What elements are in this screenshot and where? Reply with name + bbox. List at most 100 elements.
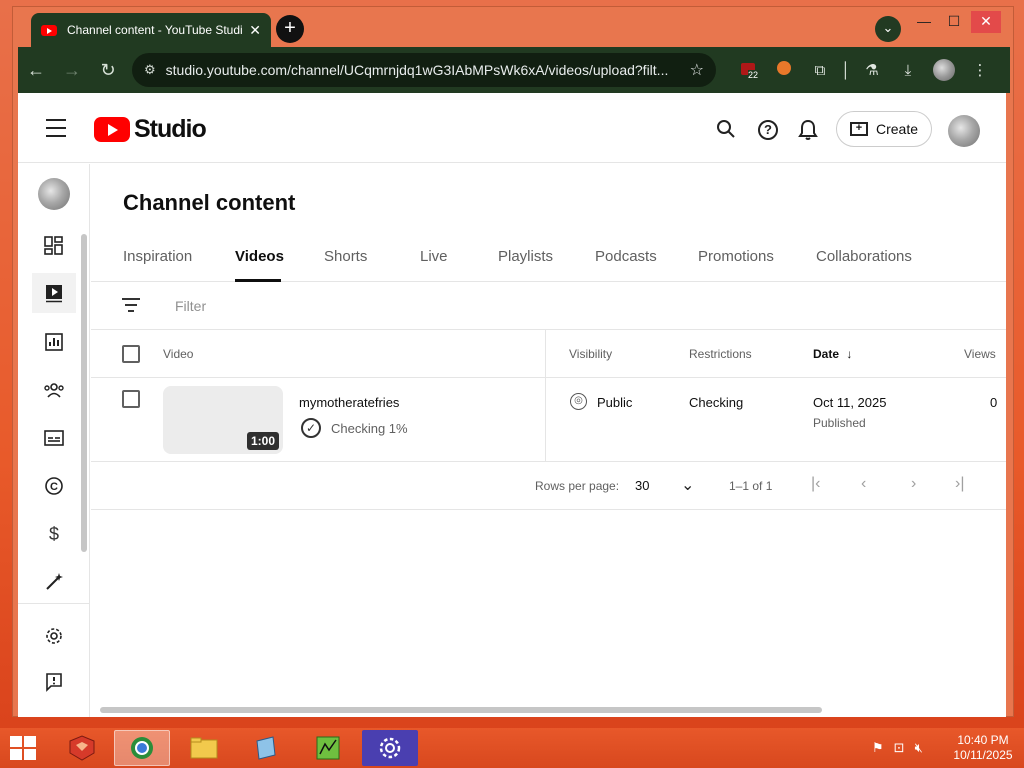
taskbar-file-explorer-icon[interactable] (176, 730, 232, 766)
clock-time: 10:40 PM (957, 733, 1009, 747)
taskbar-app-red-icon[interactable] (54, 730, 110, 766)
tab-promotions[interactable]: Promotions (698, 248, 774, 265)
channel-avatar[interactable] (32, 174, 76, 214)
new-tab-button[interactable]: + (276, 15, 304, 43)
back-arrow-icon[interactable]: ← (18, 60, 54, 81)
rows-per-page-select[interactable]: 30 (635, 478, 649, 493)
community-icon[interactable] (32, 370, 76, 410)
page-range: 1–1 of 1 (729, 479, 773, 493)
youtube-favicon-icon (41, 24, 57, 36)
video-title[interactable]: mymotheratefries (299, 395, 399, 410)
browser-window: Channel content - YouTube Studio ✕ + ⌄ —… (12, 6, 1014, 717)
browser-toolbar: ← → ↻ ⚙ studio.youtube.com/channel/UCqmr… (18, 47, 1010, 93)
globe-icon: ◎ (570, 393, 587, 410)
filter-icon[interactable] (122, 298, 140, 316)
bookmark-star-icon[interactable]: ☆ (690, 60, 704, 80)
rows-per-page-chevron-icon[interactable]: ⌄ (681, 475, 694, 495)
taskbar-chrome-icon[interactable] (114, 730, 170, 766)
first-page-icon[interactable]: |‹ (811, 475, 820, 493)
video-thumbnail[interactable]: 1:00 (163, 386, 283, 454)
copyright-icon[interactable]: C (32, 466, 76, 506)
rows-per-page-label: Rows per page: (535, 479, 620, 493)
video-duration: 1:00 (246, 432, 279, 450)
clock-date: 10/11/2025 (953, 748, 1013, 762)
sort-down-arrow-icon: ↓ (846, 347, 853, 361)
table-row[interactable]: 1:00 mymotheratefries ✓ Checking 1% ◎ Pu… (91, 378, 1006, 462)
system-tray: ⚑ ⊡ 🔇︎ (872, 740, 923, 756)
column-views: Views (964, 347, 996, 361)
minimize-button[interactable]: — (909, 11, 939, 33)
forward-arrow-icon[interactable]: → (54, 60, 90, 81)
taskbar-settings-icon[interactable] (362, 730, 418, 766)
close-window-button[interactable]: ✕ (971, 11, 1001, 33)
taskbar-notes-icon[interactable] (238, 730, 294, 766)
account-avatar[interactable] (948, 115, 980, 147)
help-icon[interactable]: ? (758, 120, 778, 140)
tab-videos[interactable]: Videos (235, 248, 284, 265)
restrictions-value: Checking (689, 395, 744, 410)
filter-bar[interactable]: Filter (91, 282, 1006, 330)
tab-live[interactable]: Live (420, 248, 448, 265)
select-all-checkbox[interactable] (122, 345, 140, 363)
tab-shorts[interactable]: Shorts (324, 248, 367, 265)
volume-muted-icon[interactable]: 🔇︎ (915, 740, 923, 756)
row-checkbox[interactable] (122, 390, 140, 408)
extension-orange-icon[interactable] (766, 61, 802, 79)
last-page-icon[interactable]: ›| (955, 475, 964, 493)
labs-flask-icon[interactable]: ⚗ (854, 61, 890, 79)
tab-collaborations[interactable]: Collaborations (816, 248, 912, 265)
downloads-icon[interactable]: ⤓ (890, 62, 926, 79)
visibility-value[interactable]: Public (597, 395, 632, 410)
pagination: Rows per page: 30 ⌄ 1–1 of 1 |‹ ‹ › ›| (91, 462, 1006, 510)
filter-input[interactable]: Filter (175, 298, 206, 314)
sidebar-scrollbar[interactable] (81, 234, 87, 552)
network-icon[interactable]: ⊡ (894, 740, 905, 756)
studio-header: Studio ? + Create (18, 93, 1006, 163)
toolbar-divider: │ (841, 61, 851, 79)
reload-icon[interactable]: ↻ (90, 60, 126, 81)
column-date[interactable]: Date ↓ (813, 347, 852, 361)
svg-text:C: C (50, 481, 58, 493)
extensions-puzzle-icon[interactable]: ⧉ (802, 62, 838, 79)
feedback-icon[interactable] (32, 662, 76, 702)
address-bar[interactable]: ⚙ studio.youtube.com/channel/UCqmrnjdq1w… (132, 53, 716, 87)
url-text[interactable]: studio.youtube.com/channel/UCqmrnjdq1wG3… (166, 62, 682, 78)
tab-inspiration[interactable]: Inspiration (123, 248, 192, 265)
create-button[interactable]: + Create (836, 111, 932, 147)
clock[interactable]: 10:40 PM 10/11/2025 (948, 733, 1018, 763)
studio-logo[interactable]: Studio (94, 115, 207, 144)
content-icon[interactable] (32, 273, 76, 313)
customization-wand-icon[interactable] (32, 562, 76, 602)
menu-hamburger-icon[interactable] (46, 119, 66, 143)
taskbar-chart-app-icon[interactable] (300, 730, 356, 766)
page-title: Channel content (123, 190, 296, 215)
date-status: Published (813, 416, 866, 430)
column-visibility: Visibility (569, 347, 613, 361)
extension-red-icon[interactable]: 22 (730, 62, 766, 80)
flag-icon[interactable]: ⚑ (872, 740, 884, 756)
next-page-icon[interactable]: › (911, 475, 916, 493)
search-icon[interactable] (716, 119, 736, 144)
tab-strip: Channel content - YouTube Studio ✕ + ⌄ —… (13, 7, 1013, 47)
tab-podcasts[interactable]: Podcasts (595, 248, 657, 265)
tab-search-button[interactable]: ⌄ (875, 16, 901, 42)
analytics-icon[interactable] (32, 322, 76, 362)
column-restrictions: Restrictions (689, 347, 752, 361)
start-windows-icon[interactable] (10, 736, 36, 760)
column-date-label: Date (813, 347, 840, 361)
tab-playlists[interactable]: Playlists (498, 248, 553, 265)
dashboard-icon[interactable] (32, 226, 76, 266)
browser-tab[interactable]: Channel content - YouTube Studio ✕ (31, 13, 271, 47)
maximize-button[interactable]: ☐ (939, 11, 969, 33)
profile-avatar-icon[interactable] (926, 59, 962, 81)
site-info-icon[interactable]: ⚙ (144, 62, 156, 78)
earn-dollar-icon[interactable]: $ (32, 514, 76, 554)
horizontal-scrollbar[interactable] (100, 707, 822, 713)
subtitles-icon[interactable] (32, 418, 76, 458)
settings-gear-icon[interactable] (32, 616, 76, 656)
browser-menu-icon[interactable]: ⋮ (962, 61, 998, 79)
previous-page-icon[interactable]: ‹ (861, 475, 866, 493)
logo-text: Studio (134, 115, 207, 143)
notifications-bell-icon[interactable] (798, 119, 818, 146)
tab-close-icon[interactable]: ✕ (249, 22, 261, 39)
